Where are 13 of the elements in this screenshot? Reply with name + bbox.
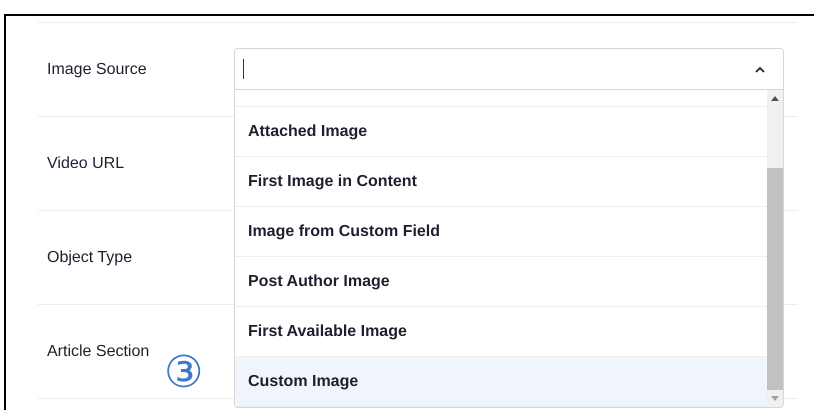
select-input[interactable] xyxy=(234,48,784,90)
scroll-down-icon[interactable] xyxy=(771,396,779,401)
field-label: Video URL xyxy=(47,154,124,172)
chevron-up-icon[interactable] xyxy=(755,66,765,72)
scrollbar[interactable] xyxy=(767,90,783,407)
text-cursor xyxy=(243,59,244,79)
scroll-thumb[interactable] xyxy=(767,168,783,390)
field-label: Article Section xyxy=(47,342,150,360)
step-marker: ③ xyxy=(164,351,204,395)
field-label: Object Type xyxy=(47,248,132,266)
dropdown-option[interactable]: Custom Image xyxy=(235,357,767,407)
field-label: Image Source xyxy=(47,60,147,78)
scroll-up-icon[interactable] xyxy=(771,96,779,101)
